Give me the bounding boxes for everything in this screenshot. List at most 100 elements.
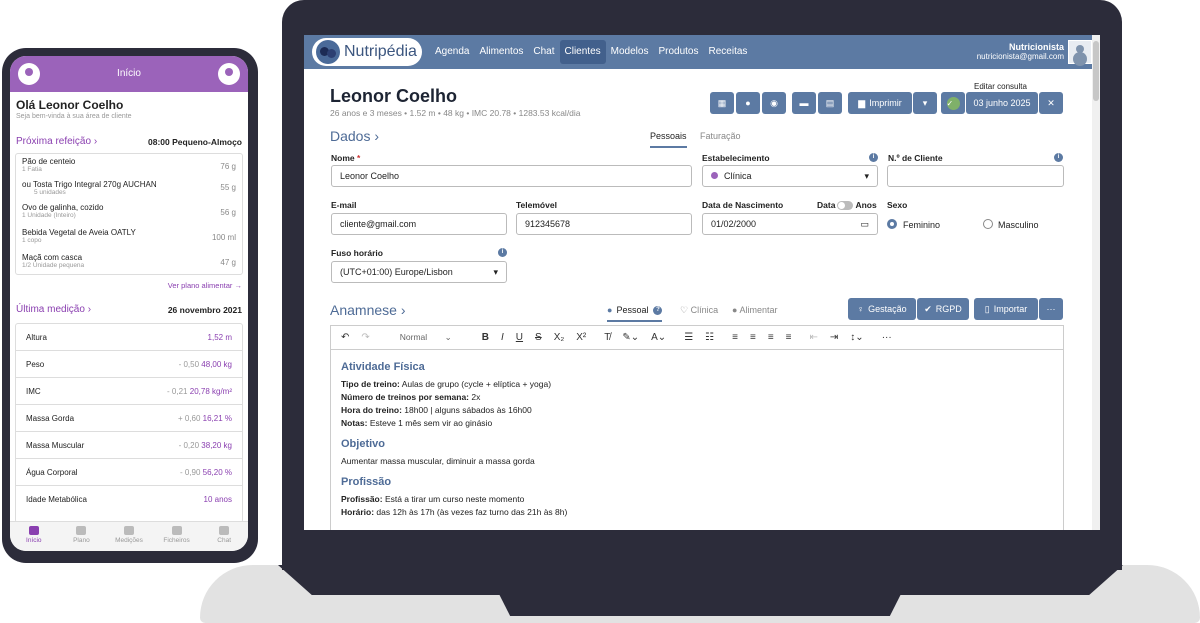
redo-icon[interactable]: ↷: [361, 332, 369, 343]
info-icon[interactable]: i: [869, 153, 878, 162]
consult-date-button[interactable]: 03 junho 2025: [966, 92, 1038, 114]
phone-field[interactable]: 912345678: [516, 213, 692, 235]
sex-female-radio[interactable]: [887, 219, 897, 229]
editor-heading-goal: Objetivo: [341, 438, 386, 450]
tab-ficheiros[interactable]: Ficheiros: [153, 522, 201, 551]
email-field[interactable]: cliente@gmail.com: [331, 213, 507, 235]
tab-medicoes[interactable]: Medições: [105, 522, 153, 551]
clear-format-icon[interactable]: T̸: [604, 332, 610, 343]
laptop-screen: Nutripédia Agenda Alimentos Chat Cliente…: [304, 35, 1100, 530]
tab-chat[interactable]: Chat: [200, 522, 248, 551]
meal-value: 100 ml: [211, 233, 236, 242]
indent-icon[interactable]: ⇥: [830, 332, 838, 343]
bold-icon[interactable]: B: [482, 332, 489, 343]
menu-alimentos[interactable]: Alimentos: [474, 40, 528, 64]
measure-name: Peso: [26, 359, 45, 369]
last-measure-text: Última medição: [16, 304, 85, 315]
print-dropdown[interactable]: ▾: [913, 92, 937, 114]
close-consult-button[interactable]: ✕: [1039, 92, 1063, 114]
last-measure-label: Última medição ›: [16, 304, 91, 315]
tab-alimentar[interactable]: ● Alimentar: [732, 305, 777, 315]
chat-button[interactable]: ◉: [762, 92, 786, 114]
profile-button[interactable]: ●: [736, 92, 760, 114]
tab-faturacao[interactable]: Faturação: [700, 131, 741, 141]
caret-down-icon: ▾: [864, 170, 869, 181]
more-button[interactable]: ···: [1039, 298, 1063, 320]
menu-chat[interactable]: Chat: [528, 40, 559, 64]
more-tools-icon[interactable]: ···: [882, 332, 892, 343]
top-nav: Nutripédia Agenda Alimentos Chat Cliente…: [304, 35, 1100, 69]
tab-pessoais[interactable]: Pessoais: [650, 131, 687, 148]
calendar-icon[interactable]: ▭: [860, 219, 869, 230]
tz-select[interactable]: (UTC+01:00) Europe/Lisbon ▾: [331, 261, 507, 283]
tz-value: (UTC+01:00) Europe/Lisbon: [340, 267, 453, 277]
birth-field[interactable]: 01/02/2000 ▭: [702, 213, 878, 235]
undo-icon[interactable]: ↶: [341, 332, 349, 343]
tab-clinica[interactable]: ♡ Clínica: [680, 305, 718, 316]
strikethrough-icon[interactable]: S: [535, 332, 542, 343]
logo[interactable]: Nutripédia: [312, 38, 422, 66]
note-button[interactable]: ▤: [818, 92, 842, 114]
underline-icon[interactable]: U: [516, 332, 523, 343]
confirm-button[interactable]: ✓: [941, 92, 965, 114]
superscript-icon[interactable]: X²: [576, 332, 586, 343]
name-label-text: Nome: [331, 153, 355, 163]
dados-title[interactable]: Dados ›: [330, 128, 379, 144]
apple-icon[interactable]: [18, 63, 40, 85]
highlight-icon[interactable]: ✎⌄: [622, 332, 639, 343]
see-plan-link[interactable]: Ver plano alimentar →: [168, 281, 242, 290]
chevron-right-icon: ›: [93, 136, 98, 147]
user-avatar[interactable]: [1068, 40, 1092, 64]
align-right-icon[interactable]: ≡: [768, 332, 774, 343]
email-label: E-mail: [331, 200, 357, 210]
print-button[interactable]: ▆ Imprimir: [848, 92, 912, 114]
sex-male-radio[interactable]: [983, 219, 993, 229]
anamnese-editor[interactable]: Atividade Física Tipo de treino: Aulas d…: [330, 349, 1064, 530]
folder-button[interactable]: ▬: [792, 92, 816, 114]
meal-value: 55 g: [220, 183, 236, 192]
info-icon[interactable]: i: [498, 248, 507, 257]
tab-clinica-label: Clínica: [690, 305, 719, 315]
editor-value: Aulas de grupo (cycle + elíptica + yoga): [399, 379, 552, 389]
toggle-switch[interactable]: [837, 200, 854, 210]
meal-qty: 1/2 Unidade pequena: [22, 262, 85, 269]
outdent-icon[interactable]: ⇤: [810, 332, 818, 343]
sex-male-label: Masculino: [998, 220, 1039, 230]
chat-icon: ◉: [770, 97, 778, 108]
subscript-icon[interactable]: X₂: [554, 332, 565, 343]
align-justify-icon[interactable]: ≡: [786, 332, 792, 343]
last-measure-row[interactable]: Última medição › 26 novembro 2021: [10, 304, 248, 315]
profile-icon[interactable]: [218, 63, 240, 85]
bullet-list-icon[interactable]: ☰: [684, 332, 693, 343]
calendar-button[interactable]: ▦: [710, 92, 734, 114]
editor-key: Tipo de treino:: [341, 379, 400, 389]
name-field[interactable]: Leonor Coelho: [331, 165, 692, 187]
info-icon[interactable]: i: [1054, 153, 1063, 162]
import-button[interactable]: ▯ Importar: [974, 298, 1038, 320]
client-no-field[interactable]: [887, 165, 1064, 187]
align-center-icon[interactable]: ≡: [750, 332, 756, 343]
establishment-select[interactable]: Clínica ▾: [702, 165, 878, 187]
text-color-icon[interactable]: A⌄: [651, 332, 666, 343]
tab-pessoal[interactable]: ● Pessoal?: [607, 305, 663, 322]
gestacao-button[interactable]: ♀ Gestação: [848, 298, 916, 320]
align-left-icon[interactable]: ≡: [732, 332, 738, 343]
style-select[interactable]: Normal ⌄: [394, 332, 458, 343]
menu-modelos[interactable]: Modelos: [606, 40, 654, 64]
menu-produtos[interactable]: Produtos: [653, 40, 703, 64]
tab-inicio[interactable]: Início: [10, 522, 58, 551]
tab-plano[interactable]: Plano: [58, 522, 106, 551]
italic-icon[interactable]: I: [501, 332, 504, 343]
birth-toggle[interactable]: Data Anos: [817, 200, 877, 210]
ordered-list-icon[interactable]: ☷: [705, 332, 714, 343]
anamnese-title[interactable]: Anamnese ›: [330, 302, 406, 318]
file-icon: ▯: [984, 303, 990, 314]
rgpd-button[interactable]: ✔ RGPD: [917, 298, 969, 320]
menu-receitas[interactable]: Receitas: [704, 40, 753, 64]
menu-agenda[interactable]: Agenda: [430, 40, 474, 64]
line-height-icon[interactable]: ↕⌄: [850, 332, 863, 343]
next-meal-row[interactable]: Próxima refeição › 08:00 Pequeno-Almoço: [10, 136, 248, 147]
menu-clientes[interactable]: Clientes: [559, 40, 606, 64]
dados-title-text: Dados: [330, 128, 371, 144]
scrollbar[interactable]: [1092, 35, 1100, 530]
